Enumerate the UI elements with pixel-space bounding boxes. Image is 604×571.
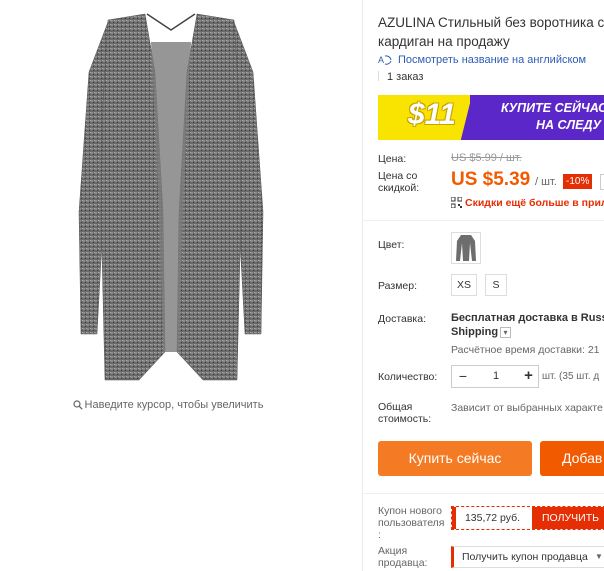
coupon-amount: 135,72 руб. (464, 512, 521, 524)
orders-count: 1 заказ (378, 71, 423, 83)
seller-coupon-text[interactable]: Получить купон продавца (462, 551, 588, 563)
stock-available: шт. (35 шт. д (542, 371, 600, 382)
badge-edge (600, 174, 604, 190)
shipping-method[interactable]: Shipping ▾ (451, 326, 512, 338)
seller-promo-label-line-1: Акция (378, 545, 408, 557)
total-label-line-2: стоимость: (378, 413, 432, 425)
quantity-increase-button[interactable]: + (518, 366, 539, 387)
shipping-main: Бесплатная доставка в Russia (451, 312, 604, 324)
section-divider (363, 220, 604, 221)
new-user-coupon-label-line-1: Купон нового (378, 505, 442, 517)
product-info-panel: AZULINA Стильный без воротника с д карди… (363, 0, 604, 571)
get-coupon-button[interactable]: ПОЛУЧИТЬ (532, 507, 604, 529)
discount-badge: -10% (563, 174, 593, 189)
size-label: Размер: (378, 280, 418, 292)
quantity-decrease-button[interactable]: − (452, 366, 474, 387)
price-label: Цена: (378, 153, 407, 165)
discount-price-label: Цена со скидкой: (378, 170, 419, 194)
color-label: Цвет: (378, 239, 405, 251)
old-price: US $5.99 / шт. (451, 152, 522, 164)
orders-count-text: 1 заказ (387, 71, 424, 83)
shipping-label: Доставка: (378, 313, 427, 325)
total-note: Зависит от выбранных характе (451, 402, 603, 414)
discount-price-label-line-1: Цена со (378, 170, 418, 182)
chevron-down-icon[interactable]: ▾ (500, 327, 512, 338)
buy-now-button[interactable]: Купить сейчас (378, 441, 532, 476)
shipping-method-text[interactable]: Shipping (451, 326, 498, 338)
quantity-input[interactable]: 1 (474, 366, 518, 387)
total-label: Общая стоимость: (378, 401, 431, 425)
size-option-s[interactable]: S (485, 274, 507, 296)
new-user-coupon-label-line-2: пользователя (378, 517, 445, 529)
seller-promo-label-line-2: продавца: (378, 557, 428, 569)
app-discount-link[interactable]: Скидки ещё больше в прило (451, 197, 604, 209)
svg-text:A: A (378, 55, 384, 65)
section-divider-2 (363, 493, 604, 494)
add-to-cart-button[interactable]: Добав (540, 441, 604, 476)
caret-down-icon[interactable]: ▼ (595, 547, 603, 567)
discount-price: US $5.39 (451, 169, 531, 190)
promo-banner[interactable]: $11 КУПИТЕ СЕЙЧАС НА СЛЕДУ (378, 95, 604, 140)
size-option-xs[interactable]: XS (451, 274, 477, 296)
color-swatch[interactable] (451, 232, 481, 264)
quantity-label: Количество: (378, 371, 438, 383)
orders-separator (378, 71, 379, 81)
product-gallery: Наведите курсор, чтобы увеличить (0, 0, 362, 571)
translate-link-text[interactable]: Посмотреть название на английском (398, 54, 586, 66)
translate-icon: A (378, 55, 392, 65)
new-user-coupon: 135,72 руб. ПОЛУЧИТЬ (451, 506, 604, 530)
zoom-hint: Наведите курсор, чтобы увеличить (0, 399, 336, 411)
promo-text-line-2: НА СЛЕДУ (536, 118, 601, 132)
translate-link[interactable]: A Посмотреть название на английском (378, 54, 586, 66)
product-image[interactable] (75, 12, 267, 384)
seller-promo-label: Акция продавца: (378, 545, 427, 569)
promo-price: $11 (408, 98, 456, 131)
product-title: AZULINA Стильный без воротника с д карди… (378, 13, 604, 51)
swatch-cardigan-icon (456, 235, 476, 261)
price-unit: / шт. (535, 176, 557, 188)
qr-code-icon (451, 197, 462, 208)
app-discount-text[interactable]: Скидки ещё больше в прило (465, 197, 604, 209)
product-title-line-1: AZULINA Стильный без воротника с д (378, 15, 604, 30)
seller-coupon-dropdown[interactable]: Получить купон продавца ▼ (451, 546, 604, 568)
magnifier-icon (72, 400, 83, 410)
product-title-line-2: кардиган на продажу (378, 34, 510, 49)
new-user-coupon-label: Купон нового пользователя : (378, 505, 445, 541)
discount-price-label-line-2: скидкой: (378, 182, 420, 194)
shipping-estimate: Расчётное время доставки: 21 (451, 344, 600, 356)
zoom-hint-text: Наведите курсор, чтобы увеличить (84, 399, 264, 411)
quantity-stepper: − 1 + (451, 365, 539, 388)
promo-text-line-1: КУПИТЕ СЕЙЧАС (501, 101, 604, 115)
total-label-line-1: Общая (378, 401, 413, 413)
new-user-coupon-label-line-3: : (378, 529, 381, 541)
